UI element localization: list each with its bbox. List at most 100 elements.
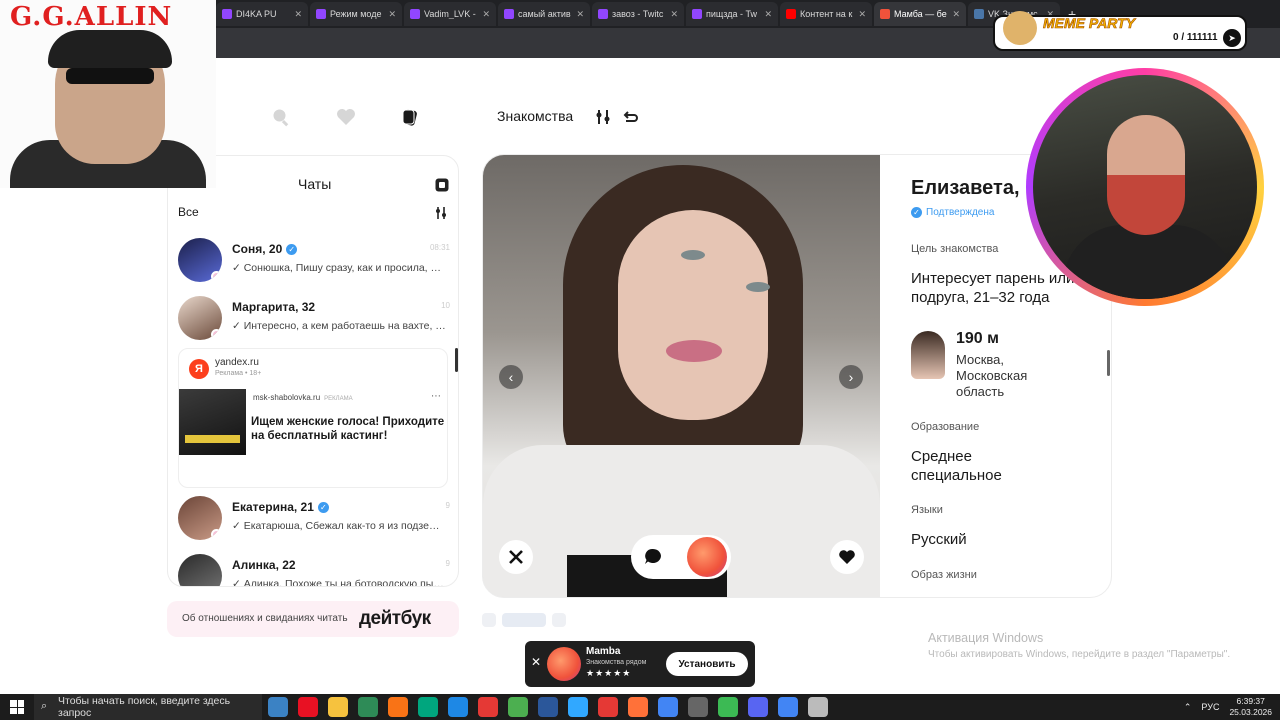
taskbar-app-icon[interactable] <box>508 697 528 717</box>
tab-close-icon[interactable]: ✕ <box>670 9 678 20</box>
dislike-button[interactable] <box>499 540 533 574</box>
profile-scrollbar[interactable] <box>1107 350 1110 376</box>
app-install-banner: ✕ Mamba Знакомства рядом ★★★★★ Установит… <box>525 641 755 687</box>
browser-tab[interactable]: Контент на к ✕ <box>780 2 872 26</box>
tab-close-icon[interactable]: ✕ <box>294 9 302 20</box>
dating-book-text: Об отношениях и свиданиях читать <box>182 613 348 624</box>
taskbar-app-icon[interactable] <box>568 697 588 717</box>
taskbar-app-icon[interactable] <box>448 697 468 717</box>
browser-tab[interactable]: самый актив ✕ <box>498 2 590 26</box>
tab-close-icon[interactable]: ✕ <box>388 9 396 20</box>
taskbar-app-icon[interactable] <box>808 697 828 717</box>
search-icon[interactable] <box>270 106 292 128</box>
ad-label: Реклама • 18+ <box>215 370 262 377</box>
activation-text: Чтобы активировать Windows, перейдите в … <box>928 649 1231 660</box>
browser-tab[interactable]: Режим моде ✕ <box>310 2 402 26</box>
avatar[interactable] <box>178 238 222 282</box>
chats-filter-all[interactable]: Все <box>178 205 199 219</box>
prev-page-button[interactable] <box>482 613 496 627</box>
chat-row[interactable]: Маргарита, 32 ✓ Интересно, а кем работаеш… <box>178 296 450 346</box>
online-dot <box>211 271 222 282</box>
languages-value: Русский <box>911 531 967 548</box>
taskbar-app-icon[interactable] <box>418 697 438 717</box>
chat-row[interactable]: Екатерина, 21 ✓ ✓ Екатарюша, Сбежал как-то… <box>178 496 450 546</box>
like-button[interactable] <box>830 540 864 574</box>
ad-image[interactable] <box>179 389 246 455</box>
prev-photo-button[interactable]: ‹ <box>499 365 523 389</box>
read-check-icon: ✓ <box>232 520 244 532</box>
close-banner-icon[interactable]: ✕ <box>531 655 541 669</box>
ad-block[interactable]: Я yandex.ru Реклама • 18+ msk-shabolovka… <box>178 348 448 488</box>
clock[interactable]: 6:39:37 25.03.2026 <box>1229 696 1272 718</box>
page-title: Знакомства <box>497 108 574 124</box>
compose-icon[interactable] <box>435 178 449 197</box>
taskbar-search[interactable]: ⌕ Чтобы начать поиск, введите здесь запр… <box>34 694 262 720</box>
taskbar-app-icon[interactable] <box>598 697 618 717</box>
windows-start-icon[interactable] <box>10 700 24 714</box>
chat-row[interactable]: Соня, 20 ✓ ✓ Сонюшка, Пишу сразу, как и пр… <box>178 238 450 288</box>
chats-filter-icon[interactable] <box>434 206 448 225</box>
taskbar-app-icon[interactable] <box>658 697 678 717</box>
meme-party-label: MEME PARTY <box>1043 15 1136 32</box>
taskbar-app-icon[interactable] <box>478 697 498 717</box>
tray-chevron-icon[interactable]: ⌃ <box>1184 702 1192 713</box>
taskbar-app-icon[interactable] <box>778 697 798 717</box>
tab-close-icon[interactable]: ✕ <box>764 9 772 20</box>
browser-tab[interactable]: DI4KA PU ✕ <box>216 2 308 26</box>
tab-close-icon[interactable]: ✕ <box>952 9 960 20</box>
chat-row[interactable]: Алинка, 22 ✓ Алинка, Похоже ты на ботовод… <box>178 554 450 586</box>
tab-close-icon[interactable]: ✕ <box>858 9 866 20</box>
install-button[interactable]: Установить <box>666 652 748 676</box>
profile-photo[interactable]: ‹ › <box>483 155 880 597</box>
meme-party-widget: MEME PARTY 0 / 111111 ➤ <box>993 11 1247 51</box>
browser-tab[interactable]: Мамба — бе ✕ <box>874 2 966 26</box>
taskbar-app-icon[interactable] <box>748 697 768 717</box>
chat-name: Соня, 20 ✓ <box>232 242 298 256</box>
tab-favicon-icon <box>504 9 514 19</box>
windows-activation-watermark: Активация Windows Чтобы активировать Win… <box>928 631 1230 660</box>
browser-tab[interactable]: пищзда - Tw ✕ <box>686 2 778 26</box>
taskbar-app-icon[interactable] <box>268 697 288 717</box>
doge-icon <box>1003 11 1037 45</box>
hearts-icon[interactable] <box>335 106 357 128</box>
gg-allin-overlay: G.G.ALLIN <box>0 0 216 188</box>
verified-badge: ✓ Подтверждена <box>911 207 994 218</box>
message-button[interactable] <box>643 547 663 572</box>
match-button[interactable] <box>687 537 727 577</box>
avatar[interactable] <box>178 496 222 540</box>
chats-scrollbar[interactable] <box>455 348 458 372</box>
webcam-overlay <box>1026 68 1264 306</box>
chat-preview: ✓ Сонюшка, Пишу сразу, как и просила, sp… <box>232 262 446 274</box>
tab-label: Контент на к <box>800 9 853 19</box>
next-page-button[interactable] <box>552 613 566 627</box>
taskbar-app-icon[interactable] <box>298 697 318 717</box>
dating-book-banner[interactable]: Об отношениях и свиданиях читать дейтбук <box>167 601 459 637</box>
browser-tab[interactable]: завоз - Twitc ✕ <box>592 2 684 26</box>
chats-title: Чаты <box>298 176 332 192</box>
more-icon[interactable]: ⋯ <box>431 391 441 402</box>
taskbar-app-icon[interactable] <box>358 697 378 717</box>
languages-label: Языки <box>911 504 943 516</box>
tab-label: Режим моде <box>330 9 382 19</box>
avatar[interactable] <box>178 554 222 586</box>
next-photo-button[interactable]: › <box>839 365 863 389</box>
chat-time: 9 <box>445 559 450 568</box>
windows-taskbar: ⌕ Чтобы начать поиск, введите здесь запр… <box>0 694 1280 720</box>
taskbar-app-icon[interactable] <box>688 697 708 717</box>
tab-close-icon[interactable]: ✕ <box>482 9 490 20</box>
taskbar-app-icon[interactable] <box>628 697 648 717</box>
tab-close-icon[interactable]: ✕ <box>576 9 584 20</box>
taskbar-app-icon[interactable] <box>388 697 408 717</box>
chat-time: 9 <box>445 501 450 510</box>
taskbar-app-icon[interactable] <box>328 697 348 717</box>
undo-icon[interactable] <box>619 106 641 128</box>
cards-icon[interactable] <box>400 106 422 128</box>
browser-tab[interactable]: Vadim_LVK - ✕ <box>404 2 496 26</box>
page-indicator <box>502 613 546 627</box>
language-indicator[interactable]: РУС <box>1201 702 1219 712</box>
taskbar-app-icon[interactable] <box>718 697 738 717</box>
taskbar-app-icon[interactable] <box>538 697 558 717</box>
filter-icon[interactable] <box>592 106 614 128</box>
avatar[interactable] <box>178 296 222 340</box>
ad-title[interactable]: Ищем женские голоса! Приходите на беспла… <box>251 415 445 443</box>
